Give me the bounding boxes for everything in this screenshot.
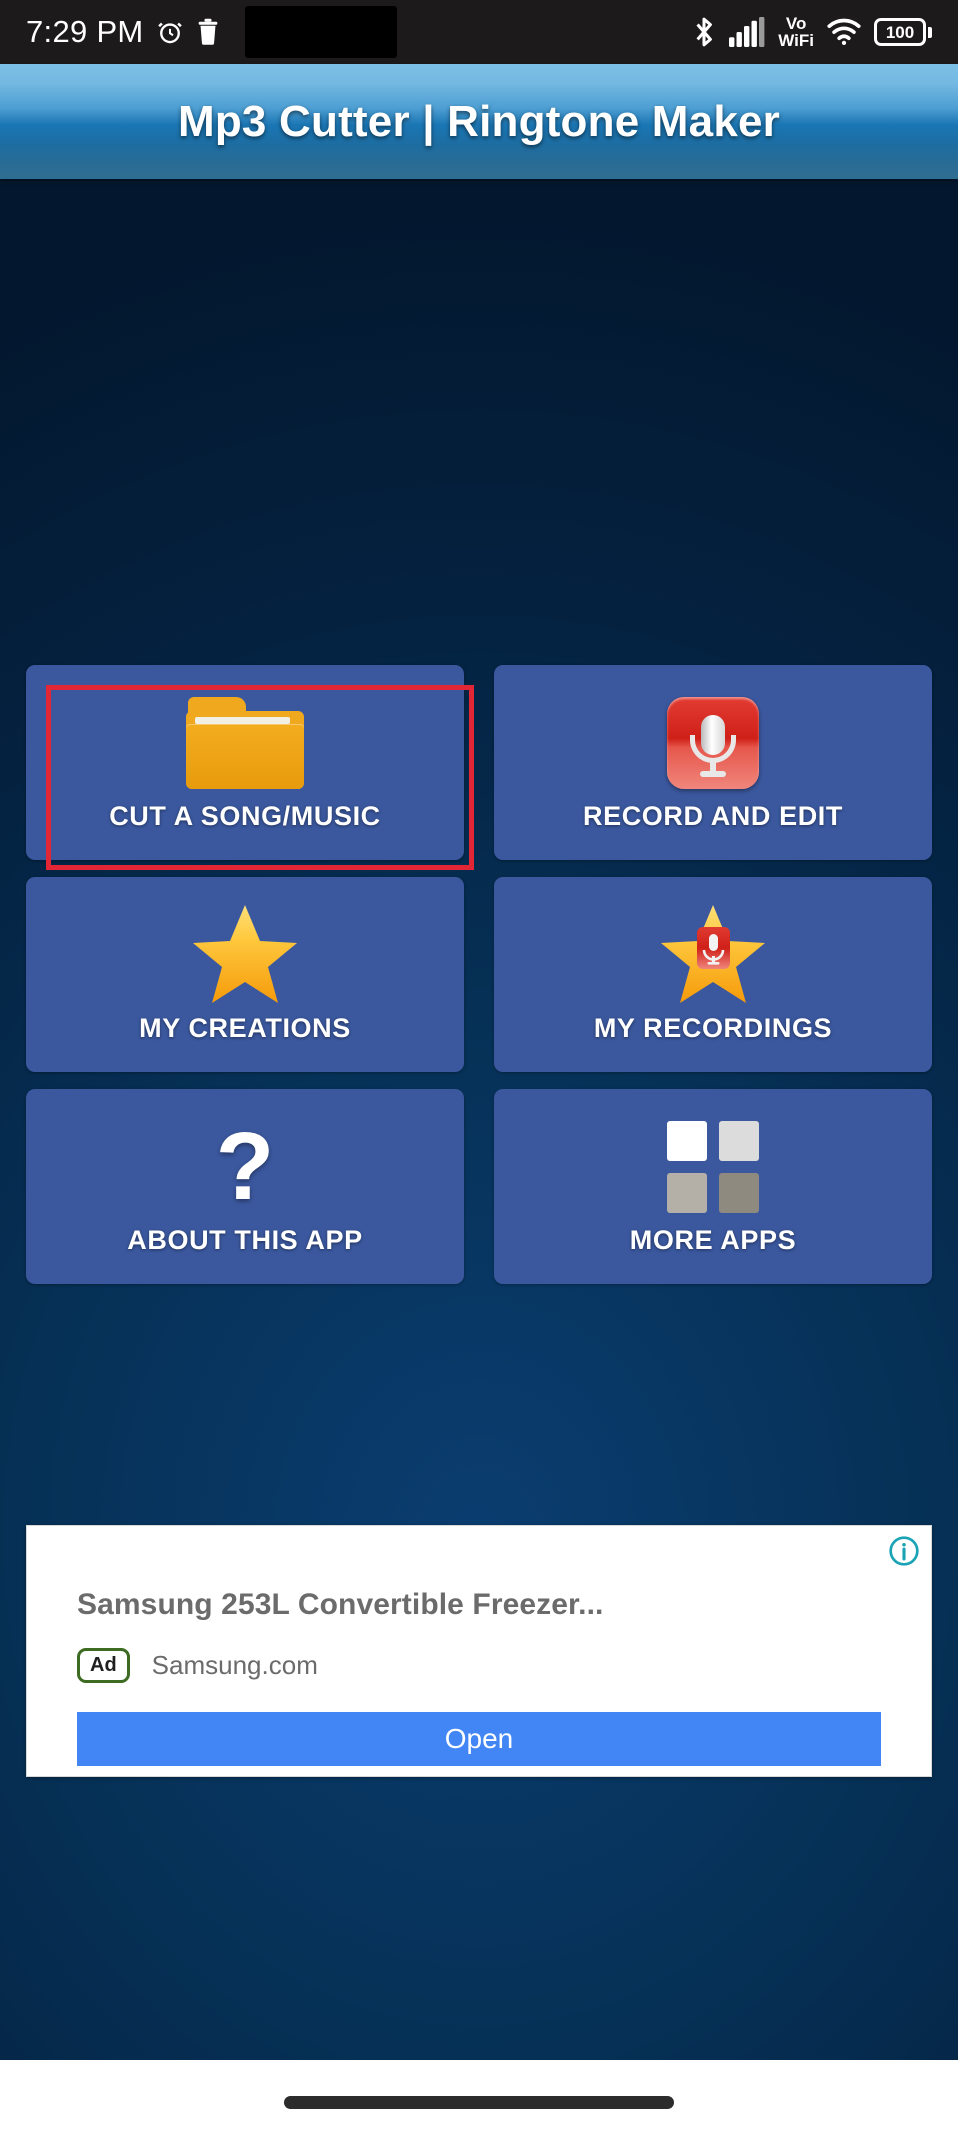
status-bar: 7:29 PM Vo WiFi 100 — [0, 0, 958, 64]
camera-notch-cutout — [244, 6, 397, 58]
tile-more-apps[interactable]: MORE APPS — [494, 1089, 932, 1284]
ad-meta-row: Ad Samsung.com — [77, 1648, 318, 1683]
app-title-bar: Mp3 Cutter | Ringtone Maker — [0, 64, 958, 179]
system-navigation-bar — [0, 2060, 958, 2129]
status-bar-right: Vo WiFi 100 — [692, 15, 932, 49]
wifi-icon — [827, 18, 861, 46]
tile-my-creations[interactable]: MY CREATIONS — [26, 877, 464, 1072]
volte-wifi-icon: Vo WiFi — [778, 15, 814, 49]
question-mark-icon: ? — [215, 1112, 275, 1220]
advertisement-banner[interactable]: Samsung 253L Convertible Freezer... Ad S… — [26, 1525, 932, 1777]
tile-my-recordings[interactable]: MY RECORDINGS — [494, 877, 932, 1072]
ad-advertiser-domain: Samsung.com — [151, 1650, 318, 1680]
alarm-clock-icon — [155, 17, 185, 47]
cellular-signal-icon — [729, 17, 765, 47]
page-title: Mp3 Cutter | Ringtone Maker — [178, 96, 780, 146]
tile-about-this-app[interactable]: ? ABOUT THIS APP — [26, 1089, 464, 1284]
feature-tile-grid: CUT A SONG/MUSIC RECORD AND EDIT MY CREA… — [26, 665, 932, 1284]
volte-label-bottom: WiFi — [778, 31, 814, 50]
bluetooth-icon — [692, 16, 716, 48]
home-gesture-pill[interactable] — [284, 2096, 674, 2109]
info-icon[interactable] — [887, 1534, 921, 1573]
ad-headline: Samsung 253L Convertible Freezer... — [77, 1588, 604, 1621]
microphone-icon — [667, 687, 759, 799]
tile-label: ABOUT THIS APP — [127, 1225, 363, 1255]
status-clock: 7:29 PM — [26, 14, 144, 49]
trash-icon — [196, 18, 220, 46]
tile-cut-a-song[interactable]: CUT A SONG/MUSIC — [26, 665, 474, 870]
battery-level-label: 100 — [885, 22, 915, 42]
status-bar-left: 7:29 PM — [26, 6, 397, 58]
tile-label: CUT A SONG/MUSIC — [109, 801, 381, 831]
tile-label: MY RECORDINGS — [593, 1013, 833, 1043]
star-icon — [191, 899, 299, 1011]
tile-label: RECORD AND EDIT — [582, 801, 843, 831]
app-grid-icon — [667, 1111, 759, 1223]
folder-icon — [186, 687, 304, 799]
app-content-area: CUT A SONG/MUSIC RECORD AND EDIT MY CREA… — [0, 179, 958, 2060]
ad-open-button[interactable]: Open — [77, 1712, 881, 1766]
battery-icon: 100 — [874, 18, 932, 46]
ad-badge: Ad — [77, 1648, 130, 1683]
volte-label-top: Vo — [785, 14, 807, 33]
tile-record-and-edit[interactable]: RECORD AND EDIT — [494, 665, 932, 860]
tile-label: MORE APPS — [629, 1225, 797, 1255]
tile-label: MY CREATIONS — [139, 1013, 351, 1043]
star-microphone-icon — [659, 899, 767, 1011]
